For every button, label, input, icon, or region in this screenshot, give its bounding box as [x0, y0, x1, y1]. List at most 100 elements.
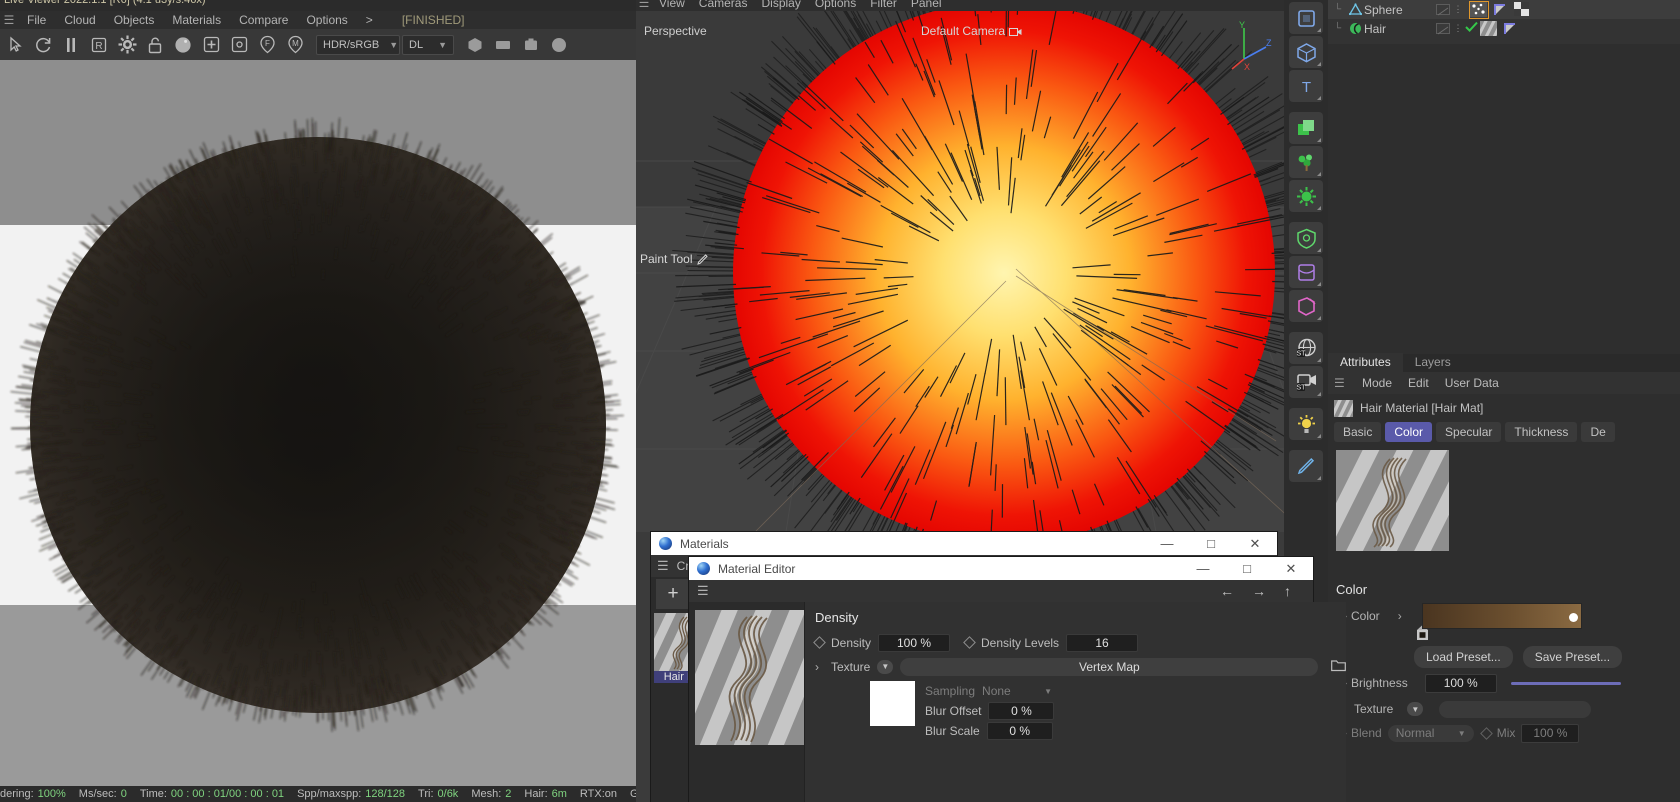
menu-objects[interactable]: Objects — [105, 11, 164, 29]
close-button[interactable]: ✕ — [1233, 532, 1277, 555]
gear-icon[interactable] — [114, 32, 140, 58]
object-region-icon[interactable] — [226, 32, 252, 58]
attr-menu-userdata[interactable]: User Data — [1437, 376, 1507, 390]
attr-menu-edit[interactable]: Edit — [1400, 376, 1437, 390]
viewport-canvas[interactable]: Perspective Default Camera Paint Tool Y … — [636, 11, 1284, 532]
rect-tool-icon[interactable] — [1289, 2, 1323, 34]
density-levels-value[interactable]: 16 — [1066, 634, 1138, 652]
menu-cloud[interactable]: Cloud — [55, 11, 104, 29]
visibility-dots-icon[interactable]: ⋮ — [1450, 24, 1466, 33]
chevron-down-icon[interactable]: ▼ — [1407, 702, 1423, 716]
material-pin-icon[interactable]: M — [282, 32, 308, 58]
object-row-sphere[interactable]: └ Sphere ⋮ — [1328, 0, 1680, 19]
chevron-right-icon[interactable]: › — [815, 660, 824, 674]
viewport-menu-options[interactable]: Options — [808, 0, 863, 10]
checker-tag[interactable] — [1514, 2, 1532, 18]
mix-value[interactable]: 100 % — [1521, 724, 1579, 743]
green-square-icon[interactable] — [1289, 112, 1323, 144]
material-editor-thumbnail[interactable] — [695, 610, 798, 748]
material-editor-titlebar[interactable]: Material Editor — □ ✕ — [689, 557, 1313, 580]
chevron-right-icon[interactable]: › — [1398, 609, 1402, 623]
region-render-icon[interactable]: R — [86, 32, 112, 58]
magenta-deformer-icon[interactable] — [1289, 290, 1323, 322]
gradient-handle[interactable] — [1569, 613, 1578, 622]
brightness-value[interactable]: 100 % — [1425, 674, 1497, 693]
texture-value[interactable]: Vertex Map — [900, 658, 1318, 676]
add-material-button[interactable]: + — [656, 579, 690, 609]
sampling-select[interactable]: None ▼ — [982, 684, 1052, 698]
color-gradient-bar[interactable] — [1422, 603, 1582, 629]
close-button[interactable]: ✕ — [1269, 557, 1313, 580]
noise-tag[interactable] — [1470, 2, 1488, 18]
texture-field[interactable] — [1439, 701, 1591, 718]
texture-swatch[interactable] — [870, 681, 915, 726]
folder-icon[interactable] — [1331, 659, 1346, 675]
save-preset-button[interactable]: Save Preset... — [1523, 646, 1622, 668]
pen-icon[interactable] — [1289, 450, 1323, 482]
back-arrow-icon[interactable]: ← — [1220, 583, 1234, 599]
hamburger-icon[interactable]: ☰ — [636, 0, 652, 10]
shield-icon[interactable] — [1289, 222, 1323, 254]
menu-more-chevron[interactable]: > — [357, 11, 382, 29]
object-visibility-checkbox[interactable] — [1436, 4, 1450, 15]
camera-st-icon[interactable]: ST — [1289, 366, 1323, 398]
menu-options[interactable]: Options — [297, 11, 356, 29]
sphere-icon[interactable] — [170, 32, 196, 58]
colorspace-select[interactable]: HDR/sRGB ▼ — [316, 35, 400, 55]
deformer-icon[interactable] — [1289, 256, 1323, 288]
viewport-menu-filter[interactable]: Filter — [863, 0, 904, 10]
hamburger-icon[interactable]: ☰ — [1334, 376, 1354, 390]
menu-compare[interactable]: Compare — [230, 11, 297, 29]
tab-thickness[interactable]: Thickness — [1505, 422, 1577, 442]
light-bulb-icon[interactable] — [1289, 408, 1323, 440]
brightness-slider[interactable] — [1511, 682, 1621, 685]
cube-tool-icon[interactable] — [1289, 36, 1323, 68]
focus-icon[interactable]: F — [254, 32, 280, 58]
cursor-icon[interactable] — [2, 32, 28, 58]
tab-layers[interactable]: Layers — [1403, 353, 1463, 372]
selection-tag[interactable] — [1492, 2, 1510, 18]
hamburger-icon[interactable]: ☰ — [657, 558, 669, 574]
refresh-icon[interactable] — [30, 32, 56, 58]
tab-color[interactable]: Color — [1385, 422, 1432, 442]
circle-icon[interactable] — [546, 32, 572, 58]
text-tool-icon[interactable]: T — [1289, 70, 1323, 102]
tab-basic[interactable]: Basic — [1334, 422, 1381, 442]
object-visibility-checkbox[interactable] — [1436, 23, 1450, 34]
attr-menu-mode[interactable]: Mode — [1354, 376, 1400, 390]
globe-st-icon[interactable]: ST — [1289, 332, 1323, 364]
gradient-knot-icon[interactable] — [1414, 630, 1431, 644]
up-arrow-icon[interactable]: ↑ — [1284, 583, 1291, 599]
hair-material-tag[interactable] — [1480, 21, 1498, 37]
minimize-button[interactable]: — — [1181, 557, 1225, 580]
maximize-button[interactable]: □ — [1225, 557, 1269, 580]
light-icon[interactable] — [1289, 180, 1323, 212]
menu-file[interactable]: File — [18, 11, 55, 29]
materials-window-titlebar[interactable]: Materials — □ ✕ — [651, 532, 1277, 555]
load-preset-button[interactable]: Load Preset... — [1414, 646, 1513, 668]
maximize-button[interactable]: □ — [1189, 532, 1233, 555]
menu-materials[interactable]: Materials — [163, 11, 230, 29]
device-select[interactable]: DL ▼ — [402, 35, 454, 55]
tab-attributes[interactable]: Attributes — [1328, 353, 1403, 372]
rect-icon[interactable] — [490, 32, 516, 58]
hamburger-icon[interactable]: ☰ — [0, 13, 18, 27]
viewport-menu-display[interactable]: Display — [754, 0, 807, 10]
minimize-button[interactable]: — — [1145, 532, 1189, 555]
tree-icon[interactable] — [1289, 146, 1323, 178]
blend-select[interactable]: Normal ▼ — [1388, 725, 1474, 742]
tab-specular[interactable]: Specular — [1436, 422, 1501, 442]
object-row-hair[interactable]: └ Hair ⋮ — [1328, 19, 1680, 38]
pause-icon[interactable] — [58, 32, 84, 58]
camera-icon[interactable] — [518, 32, 544, 58]
blur-offset-value[interactable]: 0 % — [988, 702, 1054, 720]
visibility-dots-icon[interactable]: ⋮ — [1450, 5, 1466, 14]
lock-icon[interactable] — [142, 32, 168, 58]
tab-density[interactable]: De — [1581, 422, 1614, 442]
add-region-icon[interactable] — [198, 32, 224, 58]
viewport-menu-panel[interactable]: Panel — [904, 0, 949, 10]
hamburger-icon[interactable]: ☰ — [697, 583, 709, 599]
density-value[interactable]: 100 % — [878, 634, 950, 652]
viewport-menu-cameras[interactable]: Cameras — [692, 0, 755, 10]
blur-scale-value[interactable]: 0 % — [987, 722, 1053, 740]
